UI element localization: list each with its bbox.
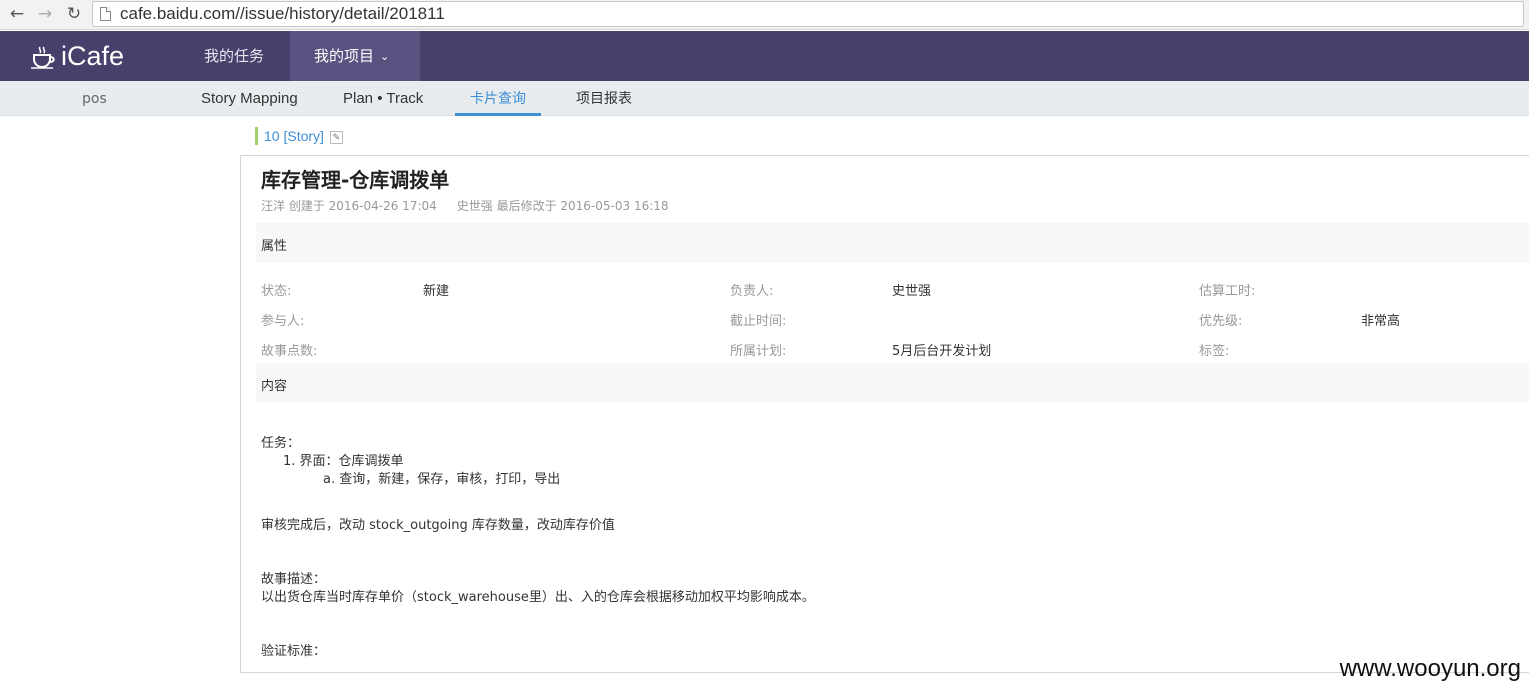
- story-desc-label: 故事描述：: [261, 572, 327, 587]
- nav-my-projects[interactable]: 我的项目 ⌄: [290, 31, 420, 81]
- status-value[interactable]: 新建: [423, 280, 449, 299]
- tab-card-query[interactable]: 卡片查询: [455, 81, 541, 116]
- created-info: 汪洋 创建于 2016-04-26 17:04: [261, 199, 437, 213]
- priority-label: 优先级:: [1199, 314, 1243, 329]
- edit-icon[interactable]: ✎: [329, 130, 343, 144]
- card-meta: 汪洋 创建于 2016-04-26 17:04 史世强 最后修改于 2016-05…: [261, 197, 669, 214]
- attributes-section-header: 属性: [256, 223, 1529, 263]
- project-subnav: pos Story Mapping Plan • Track 卡片查询 项目报表: [0, 81, 1529, 116]
- card-id-link[interactable]: 10 [Story] ✎: [255, 127, 343, 145]
- task-item-1a: a. 查询，新建，保存，审核，打印，导出: [323, 472, 561, 487]
- attributes-header: 属性: [261, 239, 288, 254]
- modified-info: 史世强 最后修改于 2016-05-03 16:18: [456, 199, 669, 213]
- card-detail-panel: 库存管理-仓库调拨单 汪洋 创建于 2016-04-26 17:04 史世强 最后…: [240, 155, 1529, 673]
- browser-toolbar: ← → ↻ cafe.baidu.com//issue/history/deta…: [0, 0, 1529, 30]
- plan-label: 所属计划:: [730, 344, 787, 359]
- deadline-label: 截止时间:: [730, 314, 787, 329]
- chevron-down-icon: ⌄: [380, 49, 390, 63]
- priority-value[interactable]: 非常高: [1361, 310, 1400, 329]
- tags-label: 标签:: [1199, 344, 1230, 359]
- story-points-label: 故事点数:: [261, 344, 318, 359]
- app-header: iCafe 我的任务 我的项目 ⌄: [0, 31, 1529, 81]
- audit-note: 审核完成后，改动 stock_outgoing 库存数量，改动库存价值: [261, 518, 615, 533]
- back-arrow-icon[interactable]: ←: [6, 3, 28, 25]
- forward-arrow-icon[interactable]: →: [34, 3, 56, 25]
- watermark: www.wooyun.org: [1339, 655, 1521, 682]
- reload-icon[interactable]: ↻: [63, 3, 85, 25]
- url-text[interactable]: cafe.baidu.com//issue/history/detail/201…: [120, 4, 445, 24]
- participants-label: 参与人:: [261, 314, 305, 329]
- tasks-label: 任务：: [261, 436, 301, 451]
- logo-text: iCafe: [61, 41, 125, 71]
- nav-my-tasks[interactable]: 我的任务: [190, 31, 278, 81]
- plan-value[interactable]: 5月后台开发计划: [892, 340, 991, 359]
- nav-my-projects-label: 我的项目: [314, 47, 375, 65]
- verify-label: 验证标准：: [261, 644, 327, 659]
- coffee-cup-icon: [31, 46, 55, 69]
- content-header: 内容: [261, 379, 288, 394]
- card-title: 库存管理-仓库调拨单: [261, 168, 450, 192]
- tab-story-mapping[interactable]: Story Mapping: [201, 81, 298, 116]
- address-bar[interactable]: cafe.baidu.com//issue/history/detail/201…: [92, 1, 1524, 27]
- content-section-header: 内容: [256, 363, 1529, 403]
- tab-project-report[interactable]: 项目报表: [576, 81, 632, 116]
- status-label: 状态:: [261, 284, 292, 299]
- owner-value[interactable]: 史世强: [892, 280, 931, 299]
- task-item-1: 1. 界面：仓库调拨单: [283, 454, 404, 469]
- estimate-label: 估算工时:: [1199, 284, 1256, 299]
- owner-label: 负责人:: [730, 284, 774, 299]
- page-icon: [100, 7, 111, 21]
- story-desc-text: 以出货仓库当时库存单价（stock_warehouse里）出、入的仓库会根据移动…: [261, 590, 815, 605]
- card-id-text[interactable]: 10 [Story]: [264, 128, 324, 144]
- tab-plan-track[interactable]: Plan • Track: [343, 81, 423, 116]
- project-name[interactable]: pos: [82, 81, 107, 116]
